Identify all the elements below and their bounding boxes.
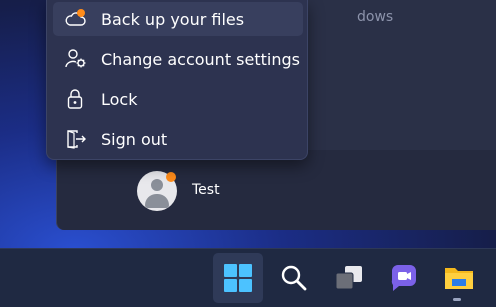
menu-item-lock[interactable]: Lock — [53, 82, 303, 116]
taskbar-search-button[interactable] — [269, 253, 319, 303]
menu-item-label: Change account settings — [101, 50, 300, 69]
taskbar-chat-button[interactable] — [379, 253, 429, 303]
taskbar — [0, 248, 496, 307]
menu-item-label: Lock — [101, 90, 138, 109]
user-name-label[interactable]: Test — [192, 182, 220, 198]
avatar-body-shape — [145, 194, 169, 208]
start-search-hint: dows — [357, 9, 394, 25]
menu-item-label: Sign out — [101, 130, 168, 149]
sign-out-icon — [65, 129, 87, 149]
taskbar-start-button[interactable] — [213, 253, 263, 303]
taskbar-task-view-button[interactable] — [324, 253, 374, 303]
account-settings-icon — [65, 49, 87, 69]
taskbar-file-explorer-button[interactable] — [434, 253, 484, 303]
lock-icon — [65, 89, 87, 109]
start-menu-footer — [56, 150, 496, 230]
taskbar-running-indicator — [453, 298, 461, 301]
menu-item-label: Back up your files — [101, 10, 245, 29]
menu-item-back-up-files[interactable]: Back up your files — [53, 2, 303, 36]
cloud-backup-icon — [65, 9, 87, 29]
menu-item-change-account-settings[interactable]: Change account settings — [53, 42, 303, 76]
menu-item-sign-out[interactable]: Sign out — [53, 122, 303, 156]
avatar-head-shape — [151, 179, 163, 191]
account-context-menu: Back up your files Change account settin… — [46, 0, 308, 160]
avatar-status-dot — [166, 172, 176, 182]
